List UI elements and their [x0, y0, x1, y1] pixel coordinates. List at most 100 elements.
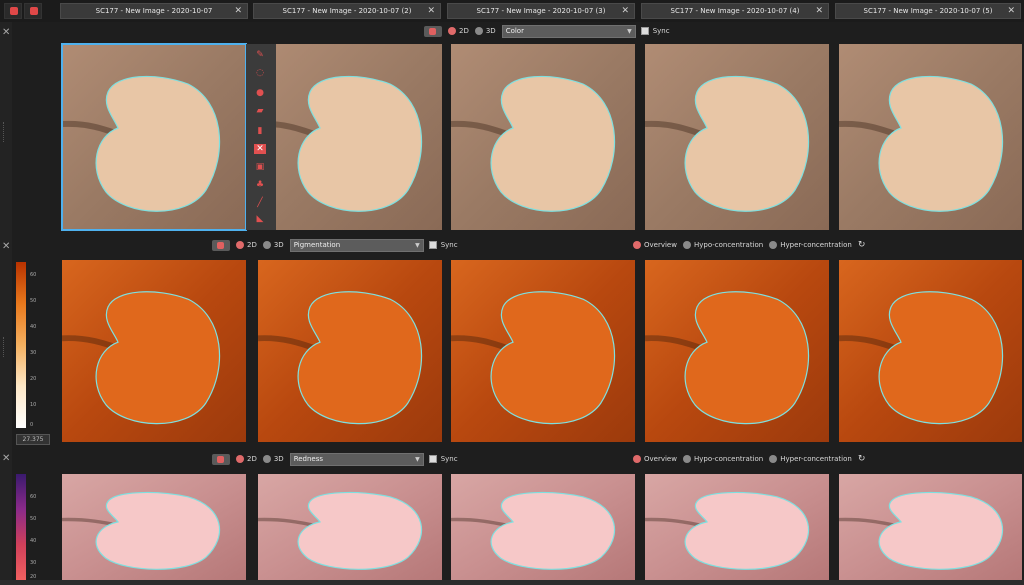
options-menu-button[interactable] [24, 3, 42, 19]
tab-label: SC177 - New Image - 2020-10-07 (2) [282, 7, 412, 15]
view-toggle[interactable] [212, 453, 230, 465]
bottom-scroll-strip[interactable] [0, 580, 1024, 585]
sync-label: Sync [652, 27, 670, 35]
label-3d: 3D [273, 455, 284, 463]
tab-label: SC177 - New Image - 2020-10-07 (3) [476, 7, 606, 15]
scale-tick: 0 [30, 422, 34, 428]
hypo-label: Hypo-concentration [693, 241, 764, 249]
hyper-label: Hyper-concentration [780, 241, 852, 249]
pigmentation-image-tile[interactable] [839, 260, 1022, 442]
fill-tool-icon[interactable]: ◣ [254, 214, 266, 224]
redness-image-tile[interactable] [258, 474, 442, 580]
radio-hypo[interactable] [682, 241, 691, 249]
lasso-tool-icon[interactable]: ◌ [254, 68, 266, 78]
sync-checkbox[interactable] [428, 241, 437, 249]
redness-scale: 60 50 40 30 20 [14, 474, 58, 580]
color-image-tile[interactable] [839, 44, 1022, 230]
sync-checkbox[interactable] [428, 455, 437, 463]
refresh-icon[interactable]: ↻ [858, 240, 866, 250]
close-icon[interactable]: ✕ [621, 4, 629, 18]
pen-tool-icon[interactable]: ✎ [254, 50, 266, 60]
label-2d: 2D [459, 27, 469, 35]
select-value: Redness [293, 454, 324, 463]
close-icon[interactable]: ✕ [1007, 4, 1015, 18]
sync-checkbox[interactable] [640, 27, 649, 35]
mode-select[interactable]: Pigmentation ▼ [289, 238, 424, 252]
scale-tick: 50 [30, 516, 37, 522]
pigmentation-image-tile[interactable] [258, 260, 442, 442]
brush-tool-icon[interactable]: ● [254, 88, 266, 98]
radio-3d[interactable] [262, 455, 271, 463]
tab-image-5[interactable]: SC177 - New Image - 2020-10-07 (5) ✕ [835, 3, 1021, 19]
redness-image-tile[interactable] [645, 474, 829, 580]
radio-hyper[interactable] [769, 455, 778, 463]
radio-2d[interactable] [236, 455, 244, 463]
tab-image-1[interactable]: SC177 - New Image - 2020-10-07 ✕ [60, 3, 248, 19]
scale-gradient [16, 474, 26, 580]
pigmentation-view-options: Overview Hypo-concentration Hyper-concen… [633, 236, 871, 254]
chevron-down-icon: ▼ [415, 241, 420, 249]
label-2d: 2D [247, 241, 257, 249]
view-toggle[interactable] [212, 239, 230, 251]
scale-tick: 60 [30, 272, 37, 278]
sync-label: Sync [440, 455, 458, 463]
drag-handle[interactable] [3, 337, 9, 357]
radio-2d[interactable] [448, 27, 456, 35]
view-toggle[interactable] [424, 25, 442, 37]
close-tool-icon[interactable]: ✕ [254, 144, 266, 154]
close-icon[interactable]: ✕ [234, 4, 242, 18]
top-bar: SC177 - New Image - 2020-10-07 ✕ SC177 -… [0, 0, 1024, 22]
color-image-tile[interactable] [645, 44, 829, 230]
annotation-toolbar: ✎ ◌ ● ▰ ▮ ✕ ▣ ♣ ╱ ◣ [246, 44, 276, 230]
close-icon[interactable]: ✕ [2, 454, 12, 464]
scale-value-field[interactable]: 27.375 [16, 434, 50, 445]
pigmentation-image-tile[interactable] [451, 260, 635, 442]
chevron-down-icon: ▼ [627, 27, 632, 35]
color-row-controls: 2D 3D Color ▼ Sync [424, 22, 676, 40]
scale-tick: 60 [30, 494, 37, 500]
tab-label: SC177 - New Image - 2020-10-07 (5) [863, 7, 993, 15]
close-icon[interactable]: ✕ [2, 242, 12, 252]
radio-3d[interactable] [474, 27, 483, 35]
left-panel-strip: ✕ ✕ ✕ [0, 22, 12, 585]
close-icon[interactable]: ✕ [2, 28, 12, 38]
drag-handle[interactable] [3, 122, 9, 142]
scale-tick: 30 [30, 560, 37, 566]
scale-tick: 20 [30, 376, 37, 382]
sync-label: Sync [440, 241, 458, 249]
lock-icon[interactable]: ▣ [254, 162, 266, 172]
eraser-tool-icon[interactable]: ▰ [254, 106, 266, 116]
mode-select[interactable]: Redness ▼ [289, 452, 424, 466]
mode-select[interactable]: Color ▼ [501, 24, 636, 38]
line-tool-icon[interactable]: ╱ [254, 198, 266, 208]
layout-menu-button[interactable] [4, 3, 22, 19]
close-icon[interactable]: ✕ [815, 4, 823, 18]
label-2d: 2D [247, 455, 257, 463]
color-image-tile[interactable] [258, 44, 442, 230]
scale-tick: 40 [30, 324, 37, 330]
stamp-tool-icon[interactable]: ♣ [254, 180, 266, 190]
pigmentation-image-tile[interactable] [62, 260, 246, 442]
tab-image-4[interactable]: SC177 - New Image - 2020-10-07 (4) ✕ [641, 3, 829, 19]
refresh-icon[interactable]: ↻ [858, 454, 866, 464]
tab-image-2[interactable]: SC177 - New Image - 2020-10-07 (2) ✕ [253, 3, 441, 19]
slider-handle[interactable]: ▮ [254, 126, 266, 136]
overview-label: Overview [644, 241, 677, 249]
overview-label: Overview [644, 455, 677, 463]
close-icon[interactable]: ✕ [427, 4, 435, 18]
redness-image-tile[interactable] [62, 474, 246, 580]
color-image-tile[interactable] [61, 43, 247, 231]
tab-image-3[interactable]: SC177 - New Image - 2020-10-07 (3) ✕ [447, 3, 635, 19]
pigmentation-image-tile[interactable] [645, 260, 829, 442]
color-image-tile[interactable] [451, 44, 635, 230]
radio-hypo[interactable] [682, 455, 691, 463]
radio-2d[interactable] [236, 241, 244, 249]
hyper-label: Hyper-concentration [780, 455, 852, 463]
redness-image-tile[interactable] [839, 474, 1022, 580]
radio-3d[interactable] [262, 241, 271, 249]
radio-overview[interactable] [633, 455, 641, 463]
radio-hyper[interactable] [769, 241, 778, 249]
redness-view-options: Overview Hypo-concentration Hyper-concen… [633, 450, 871, 468]
redness-image-tile[interactable] [451, 474, 635, 580]
radio-overview[interactable] [633, 241, 641, 249]
